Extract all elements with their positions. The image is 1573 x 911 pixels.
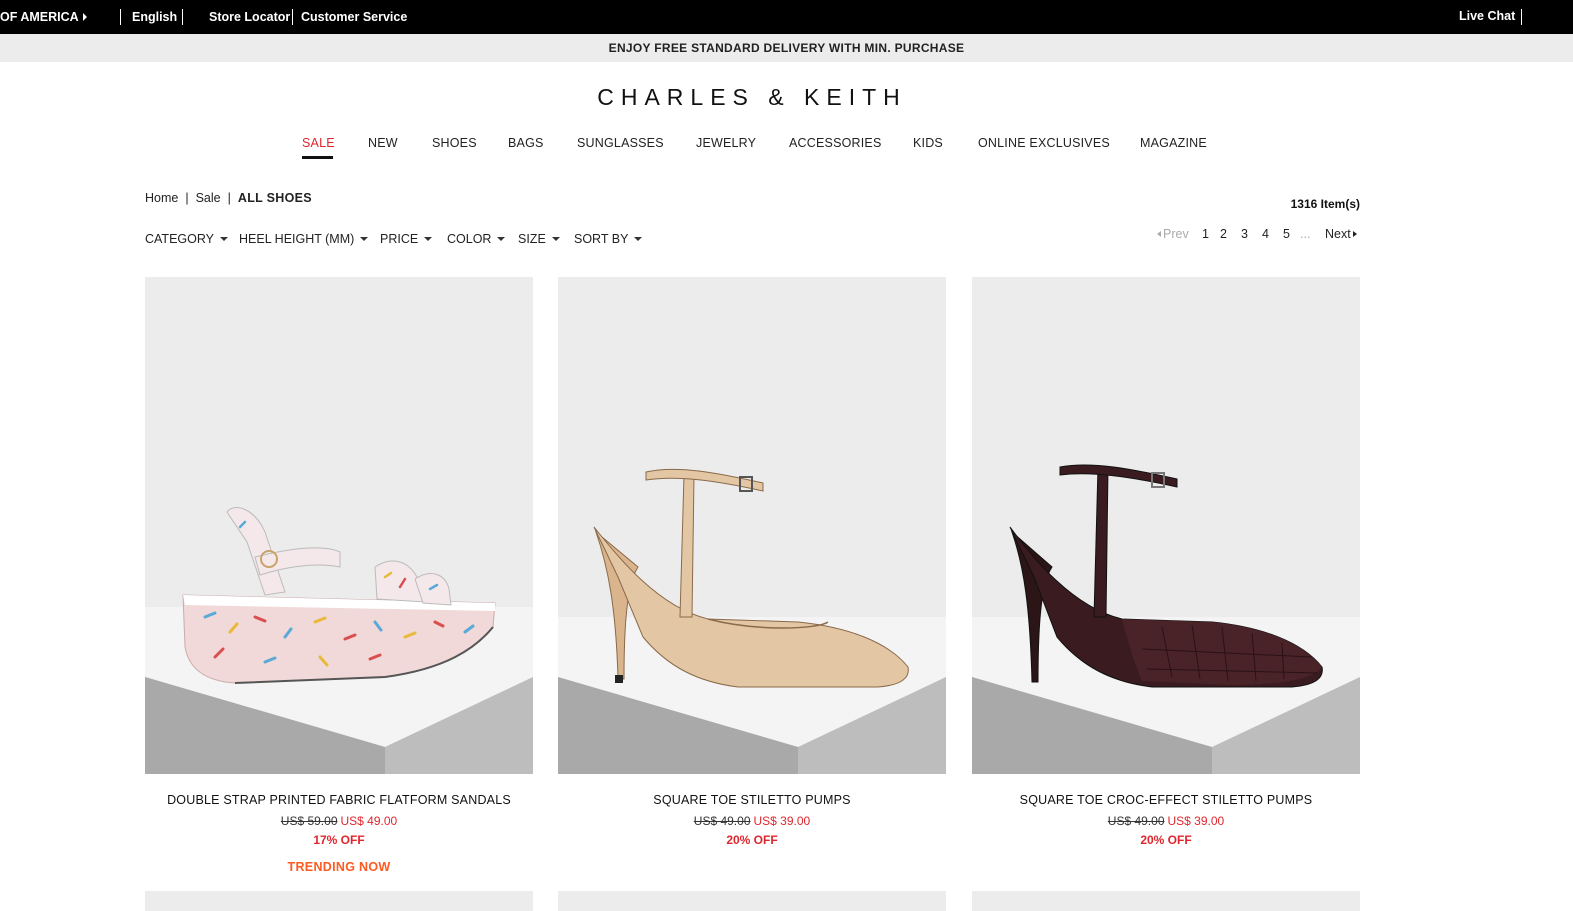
breadcrumb-home[interactable]: Home	[145, 191, 178, 205]
filter-label: CATEGORY	[145, 232, 214, 246]
next-page-button[interactable]: Next	[1325, 227, 1357, 241]
croc-pump-illustration	[972, 277, 1360, 774]
product-name[interactable]: SQUARE TOE CROC-EFFECT STILETTO PUMPS	[972, 793, 1360, 807]
chevron-down-icon	[360, 237, 369, 241]
nav-bags[interactable]: BAGS	[508, 136, 544, 150]
nav-jewelry[interactable]: JEWELRY	[696, 136, 756, 150]
nav-kids[interactable]: KIDS	[913, 136, 943, 150]
divider	[120, 9, 121, 25]
product-price: US$ 59.00 US$ 49.00	[145, 814, 533, 828]
page-2[interactable]: 2	[1220, 227, 1227, 241]
original-price: US$ 49.00	[1107, 814, 1165, 828]
live-chat-link[interactable]: Live Chat	[1459, 9, 1515, 23]
original-price: US$ 49.00	[693, 814, 751, 828]
nav-accessories[interactable]: ACCESSORIES	[789, 136, 882, 150]
chevron-down-icon	[634, 237, 643, 241]
page-5[interactable]: 5	[1283, 227, 1290, 241]
chevron-down-icon	[551, 237, 560, 241]
nav-sale[interactable]: SALE	[302, 136, 335, 150]
sale-price: US$ 39.00	[753, 814, 811, 828]
filter-label: HEEL HEIGHT (MM)	[239, 232, 355, 246]
breadcrumb-current: ALL SHOES	[237, 191, 312, 205]
filter-heel-height[interactable]: HEEL HEIGHT (MM)	[239, 232, 369, 246]
discount-label: 17% OFF	[313, 833, 365, 847]
prev-label: Prev	[1163, 227, 1189, 241]
page-1[interactable]: 1	[1202, 227, 1209, 241]
filter-label: SIZE	[518, 232, 546, 246]
discount-label: 20% OFF	[726, 833, 778, 847]
caret-right-icon	[82, 13, 87, 21]
pagination-ellipsis: ...	[1300, 227, 1311, 241]
chevron-right-icon	[1352, 231, 1357, 237]
prev-page-button[interactable]: Prev	[1157, 227, 1189, 241]
chevron-down-icon	[424, 237, 433, 241]
breadcrumb-separator: |	[185, 191, 189, 205]
top-utility-bar: OF AMERICA English Store Locator Custome…	[0, 0, 1573, 34]
sort-by[interactable]: SORT BY	[574, 232, 643, 246]
sandal-illustration	[145, 277, 533, 774]
chevron-down-icon	[220, 237, 228, 241]
nav-shoes[interactable]: SHOES	[432, 136, 477, 150]
product-card[interactable]: DOUBLE STRAP PRINTED FABRIC FLATFORM SAN…	[145, 277, 533, 874]
product-name[interactable]: SQUARE TOE STILETTO PUMPS	[558, 793, 946, 807]
brand-logo[interactable]: CHARLES & KEITH	[0, 84, 1504, 111]
discount-label: 20% OFF	[1140, 833, 1192, 847]
filter-color[interactable]: COLOR	[447, 232, 506, 246]
customer-service-link[interactable]: Customer Service	[301, 10, 407, 24]
page-3[interactable]: 3	[1241, 227, 1248, 241]
product-card[interactable]: SQUARE TOE CROC-EFFECT STILETTO PUMPS US…	[972, 277, 1360, 847]
filter-category[interactable]: CATEGORY	[145, 232, 228, 246]
product-price: US$ 49.00 US$ 39.00	[558, 814, 946, 828]
breadcrumb-separator: |	[227, 191, 231, 205]
breadcrumb-sale[interactable]: Sale	[196, 191, 221, 205]
nav-sunglasses[interactable]: SUNGLASSES	[577, 136, 664, 150]
sale-price: US$ 39.00	[1167, 814, 1225, 828]
divider	[182, 9, 183, 25]
page-4[interactable]: 4	[1262, 227, 1269, 241]
active-nav-indicator	[302, 156, 333, 159]
chevron-left-icon	[1157, 231, 1161, 237]
chevron-down-icon	[497, 237, 506, 241]
nav-online-exclusives[interactable]: ONLINE EXCLUSIVES	[978, 136, 1110, 150]
region-label: OF AMERICA	[0, 10, 79, 24]
filter-size[interactable]: SIZE	[518, 232, 560, 246]
filter-price[interactable]: PRICE	[380, 232, 433, 246]
original-price: US$ 59.00	[280, 814, 338, 828]
store-locator-link[interactable]: Store Locator	[209, 10, 290, 24]
product-card-next-row[interactable]	[972, 891, 1360, 911]
product-image[interactable]	[145, 277, 533, 774]
product-card-next-row[interactable]	[145, 891, 533, 911]
product-image[interactable]	[558, 277, 946, 774]
nav-new[interactable]: NEW	[368, 136, 398, 150]
pump-illustration	[558, 277, 946, 774]
item-count: 1316 Item(s)	[1290, 197, 1360, 211]
region-selector[interactable]: OF AMERICA	[0, 10, 87, 24]
filter-label: PRICE	[380, 232, 419, 246]
filter-label: SORT BY	[574, 232, 629, 246]
next-label: Next	[1325, 227, 1351, 241]
divider	[292, 9, 293, 25]
divider	[1521, 9, 1522, 25]
filter-label: COLOR	[447, 232, 492, 246]
sale-price: US$ 49.00	[340, 814, 398, 828]
product-image[interactable]	[972, 277, 1360, 774]
trending-badge: TRENDING NOW	[287, 860, 391, 874]
product-price: US$ 49.00 US$ 39.00	[972, 814, 1360, 828]
promo-banner[interactable]: ENJOY FREE STANDARD DELIVERY WITH MIN. P…	[0, 34, 1573, 62]
nav-magazine[interactable]: MAGAZINE	[1140, 136, 1207, 150]
breadcrumb: Home | Sale | ALL SHOES	[145, 191, 312, 205]
language-selector[interactable]: English	[132, 10, 177, 24]
product-name[interactable]: DOUBLE STRAP PRINTED FABRIC FLATFORM SAN…	[145, 793, 533, 807]
product-card-next-row[interactable]	[558, 891, 946, 911]
product-card[interactable]: SQUARE TOE STILETTO PUMPS US$ 49.00 US$ 3…	[558, 277, 946, 847]
